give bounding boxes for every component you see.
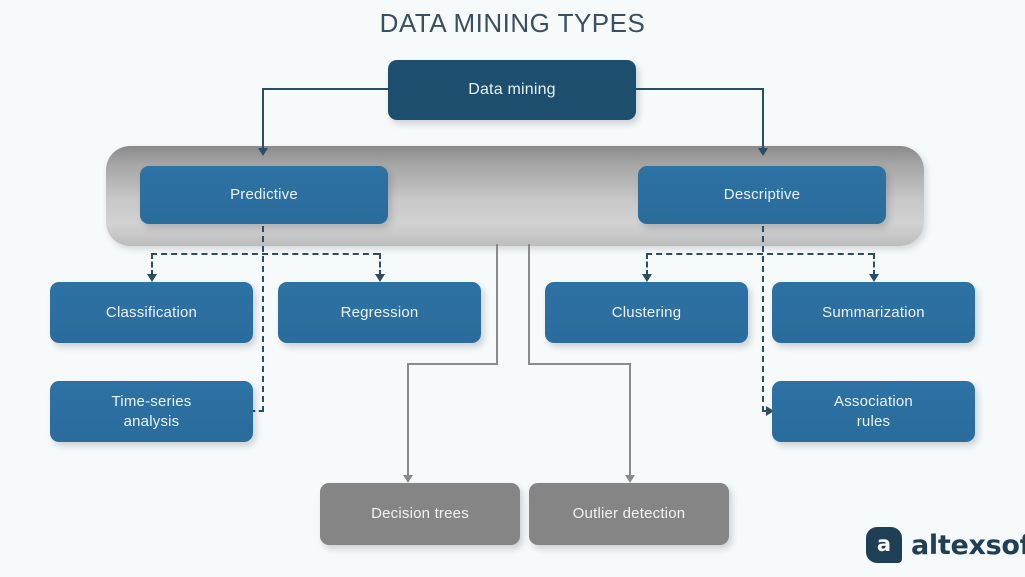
connector-root-to-predictive-horizontal	[262, 88, 392, 90]
node-predictive[interactable]: Predictive	[140, 166, 388, 224]
node-clustering-label: Clustering	[611, 303, 682, 321]
logo-mark-glyph: a	[876, 531, 892, 556]
arrowhead-predictive	[258, 148, 268, 156]
connector-to-classification	[151, 253, 153, 276]
connector-predictive-spine	[262, 216, 264, 412]
connector-shared-right-horizontal	[528, 363, 631, 365]
connector-root-to-descriptive-vertical	[762, 88, 764, 150]
node-association-rules-label: Association rules	[834, 392, 913, 430]
node-time-series-analysis-label: Time-series analysis	[112, 392, 192, 430]
arrowhead-regression	[375, 274, 385, 282]
node-data-mining[interactable]: Data mining	[388, 60, 636, 120]
connector-root-to-descriptive-horizontal	[632, 88, 764, 90]
connector-shared-left-vertical-lower	[407, 363, 409, 478]
node-predictive-label: Predictive	[230, 186, 298, 204]
connector-shared-left-vertical-upper	[496, 244, 498, 364]
node-regression-label: Regression	[340, 303, 419, 321]
arrowhead-classification	[147, 274, 157, 282]
speech-bubble-icon: a	[866, 527, 902, 563]
arrowhead-outlier-detection	[625, 475, 635, 483]
node-regression[interactable]: Regression	[278, 282, 481, 343]
node-time-series-analysis[interactable]: Time-series analysis	[50, 381, 253, 442]
logo-wordmark: altexsoft	[911, 529, 1025, 561]
node-association-rules[interactable]: Association rules	[772, 381, 975, 442]
connector-descriptive-spine	[762, 216, 764, 412]
connector-to-summarization	[873, 253, 875, 276]
connector-predictive-bus	[151, 253, 379, 255]
arrowhead-decision-trees	[403, 475, 413, 483]
connector-to-regression	[379, 253, 381, 276]
node-clustering[interactable]: Clustering	[545, 282, 748, 343]
altexsoft-logo[interactable]: a altexsoft	[866, 527, 1025, 563]
node-outlier-detection[interactable]: Outlier detection	[529, 483, 729, 545]
node-outlier-detection-label: Outlier detection	[572, 505, 686, 523]
node-descriptive-label: Descriptive	[723, 186, 801, 204]
connector-shared-right-vertical-upper	[528, 244, 530, 364]
arrowhead-descriptive	[758, 148, 768, 156]
node-time-series-analysis-line1: Time-series	[111, 393, 192, 411]
connector-shared-right-vertical-lower	[629, 363, 631, 478]
node-time-series-analysis-line2: analysis	[123, 412, 180, 430]
node-decision-trees-label: Decision trees	[371, 505, 469, 523]
node-classification-label: Classification	[105, 303, 198, 321]
arrowhead-summarization	[869, 274, 879, 282]
node-association-rules-line1: Association	[834, 393, 913, 411]
connector-root-to-predictive-vertical	[262, 88, 264, 150]
node-summarization[interactable]: Summarization	[772, 282, 975, 343]
arrowhead-clustering	[642, 274, 652, 282]
connector-descriptive-bus	[646, 253, 874, 255]
connector-shared-left-horizontal	[407, 363, 498, 365]
node-descriptive[interactable]: Descriptive	[638, 166, 886, 224]
page-title: DATA MINING TYPES	[379, 8, 646, 38]
diagram-canvas: DATA MINING TYPES Data mining Predictive…	[0, 0, 1025, 577]
node-classification[interactable]: Classification	[50, 282, 253, 343]
node-data-mining-label: Data mining	[468, 80, 556, 98]
node-association-rules-line2: rules	[856, 412, 891, 430]
node-summarization-label: Summarization	[822, 303, 925, 321]
connector-to-clustering	[646, 253, 648, 276]
node-decision-trees[interactable]: Decision trees	[320, 483, 520, 545]
